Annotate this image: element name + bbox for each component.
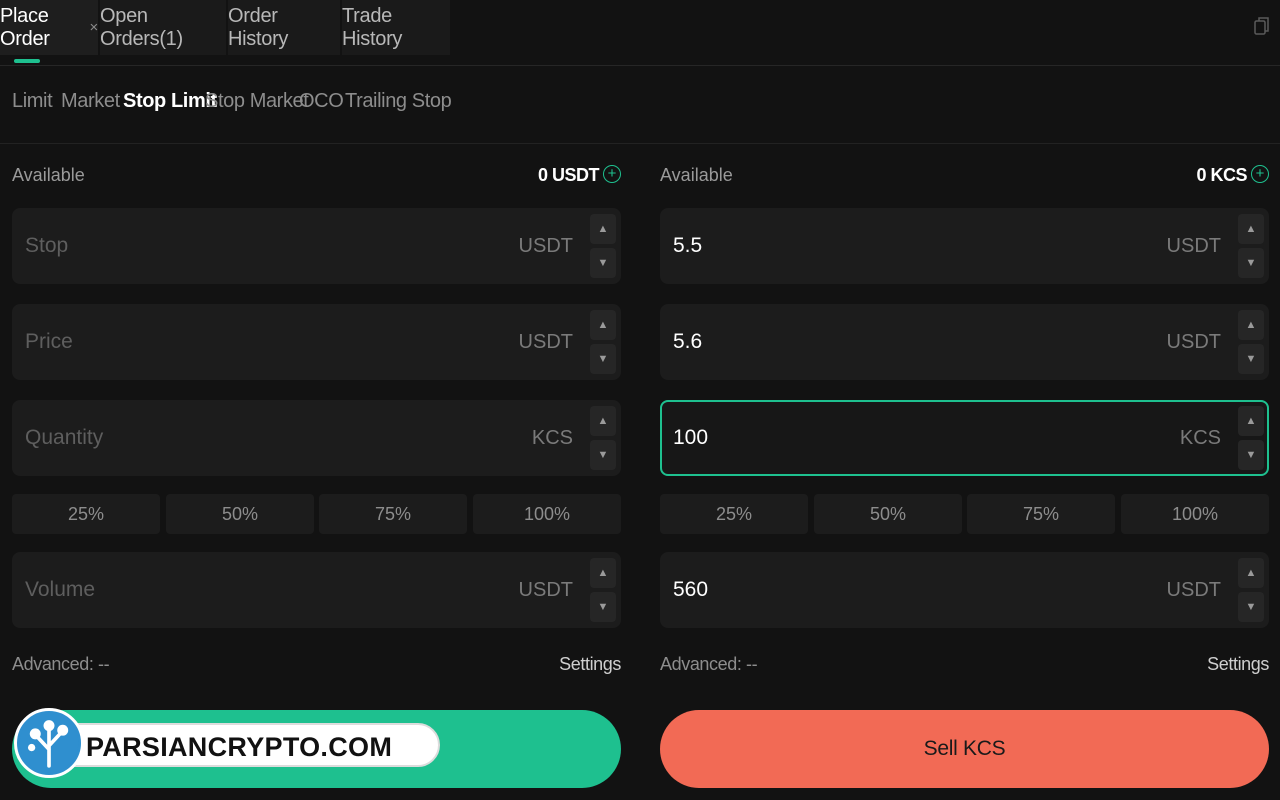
stepper: ▲ ▼: [590, 310, 616, 374]
order-type-oco[interactable]: OCO: [299, 90, 344, 113]
advanced-label[interactable]: Advanced: --: [12, 654, 110, 675]
chevron-up-icon[interactable]: ▲: [590, 310, 616, 340]
chevron-down-icon[interactable]: ▼: [1238, 344, 1264, 374]
chevron-up-icon[interactable]: ▲: [1238, 558, 1264, 588]
unit-label: KCS: [531, 427, 573, 449]
stepper: ▲ ▼: [1238, 310, 1264, 374]
buy-price-input[interactable]: [25, 306, 465, 378]
settings-link[interactable]: Settings: [1207, 654, 1269, 675]
tab-order-history[interactable]: Order History: [228, 0, 340, 55]
sell-volume-input[interactable]: [673, 554, 1113, 626]
chevron-up-icon[interactable]: ▲: [590, 406, 616, 436]
sell-advanced-row: Advanced: -- Settings: [660, 652, 1269, 678]
sell-quantity-input[interactable]: [673, 402, 1113, 474]
buy-price-field: USDT ▲ ▼: [12, 304, 621, 380]
chevron-down-icon[interactable]: ▼: [590, 344, 616, 374]
stepper: ▲ ▼: [590, 406, 616, 470]
stepper: ▲ ▼: [590, 214, 616, 278]
stepper: ▲ ▼: [1238, 406, 1264, 470]
order-type-stop-limit[interactable]: Stop Limit: [123, 90, 217, 113]
sell-price-input[interactable]: [673, 306, 1113, 378]
buy-volume-input[interactable]: [25, 554, 465, 626]
order-type-market[interactable]: Market: [61, 90, 120, 113]
buy-panel: Available 0 USDT + USDT ▲ ▼ USDT ▲ ▼ KCS…: [12, 145, 621, 800]
order-type-trailing-stop[interactable]: Trailing Stop: [345, 90, 452, 113]
buy-stop-field: USDT ▲ ▼: [12, 208, 621, 284]
tab-label: Place Order: [0, 4, 50, 50]
order-type-limit[interactable]: Limit: [12, 90, 53, 113]
unit-label: USDT: [518, 331, 573, 353]
close-icon[interactable]: ×: [90, 19, 99, 36]
tree-logo-icon: [14, 708, 84, 778]
chevron-up-icon[interactable]: ▲: [1238, 406, 1264, 436]
order-type-tabs: Limit Market Stop Limit Stop Market OCO …: [0, 78, 1280, 144]
buy-stop-input[interactable]: [25, 210, 465, 282]
chevron-down-icon[interactable]: ▼: [1238, 440, 1264, 470]
chevron-up-icon[interactable]: ▲: [590, 214, 616, 244]
sell-button[interactable]: Sell KCS: [660, 710, 1269, 788]
sell-percentage-row: 25% 50% 75% 100%: [660, 494, 1269, 534]
chevron-down-icon[interactable]: ▼: [590, 440, 616, 470]
chevron-up-icon[interactable]: ▲: [1238, 310, 1264, 340]
order-type-stop-market[interactable]: Stop Market: [205, 90, 309, 113]
active-tab-indicator: [14, 59, 40, 63]
tab-place-order[interactable]: Place Order ×: [0, 0, 98, 55]
unit-label: USDT: [518, 235, 573, 257]
top-tab-bar: Place Order × Open Orders(1) Order Histo…: [0, 0, 1280, 66]
unit-label: USDT: [1166, 235, 1221, 257]
percent-50-button[interactable]: 50%: [814, 494, 962, 534]
watermark: PARSIANCRYPTO.COM: [14, 708, 440, 778]
percent-25-button[interactable]: 25%: [660, 494, 808, 534]
sell-panel: Available 0 KCS + USDT ▲ ▼ USDT ▲ ▼ KCS …: [660, 145, 1269, 800]
buy-percentage-row: 25% 50% 75% 100%: [12, 494, 621, 534]
chevron-up-icon[interactable]: ▲: [590, 558, 616, 588]
tab-label: Order History: [228, 4, 289, 50]
sell-available-row: Available 0 KCS +: [660, 163, 1269, 189]
chevron-down-icon[interactable]: ▼: [1238, 592, 1264, 622]
buy-quantity-field: KCS ▲ ▼: [12, 400, 621, 476]
available-label: Available: [660, 165, 733, 185]
unit-label: USDT: [1166, 331, 1221, 353]
stepper: ▲ ▼: [1238, 214, 1264, 278]
percent-100-button[interactable]: 100%: [473, 494, 621, 534]
plus-circle-icon[interactable]: +: [603, 165, 621, 183]
sell-price-field: USDT ▲ ▼: [660, 304, 1269, 380]
chevron-down-icon[interactable]: ▼: [1238, 248, 1264, 278]
buy-available-row: Available 0 USDT +: [12, 163, 621, 189]
percent-75-button[interactable]: 75%: [967, 494, 1115, 534]
percent-100-button[interactable]: 100%: [1121, 494, 1269, 534]
chevron-down-icon[interactable]: ▼: [590, 248, 616, 278]
stepper: ▲ ▼: [590, 558, 616, 622]
tab-label: Trade History: [342, 4, 403, 50]
buy-volume-field: USDT ▲ ▼: [12, 552, 621, 628]
available-balance: 0 USDT: [537, 165, 600, 185]
sell-volume-field: USDT ▲ ▼: [660, 552, 1269, 628]
chevron-up-icon[interactable]: ▲: [1238, 214, 1264, 244]
stepper: ▲ ▼: [1238, 558, 1264, 622]
sell-stop-input[interactable]: [673, 210, 1113, 282]
percent-50-button[interactable]: 50%: [166, 494, 314, 534]
sell-quantity-field: KCS ▲ ▼: [660, 400, 1269, 476]
unit-label: USDT: [1166, 579, 1221, 601]
percent-25-button[interactable]: 25%: [12, 494, 160, 534]
buy-quantity-input[interactable]: [25, 402, 465, 474]
chevron-down-icon[interactable]: ▼: [590, 592, 616, 622]
percent-75-button[interactable]: 75%: [319, 494, 467, 534]
tab-trade-history[interactable]: Trade History: [342, 0, 450, 55]
tab-label: Open Orders(1): [100, 4, 183, 50]
plus-circle-icon[interactable]: +: [1251, 165, 1269, 183]
unit-label: USDT: [518, 579, 573, 601]
available-balance: 0 KCS: [1196, 165, 1247, 185]
advanced-label[interactable]: Advanced: --: [660, 654, 758, 675]
settings-link[interactable]: Settings: [559, 654, 621, 675]
unit-label: KCS: [1179, 427, 1221, 449]
available-label: Available: [12, 165, 85, 185]
copy-icon[interactable]: [1254, 16, 1270, 36]
buy-advanced-row: Advanced: -- Settings: [12, 652, 621, 678]
tab-open-orders[interactable]: Open Orders(1): [100, 0, 226, 55]
sell-stop-field: USDT ▲ ▼: [660, 208, 1269, 284]
watermark-text: PARSIANCRYPTO.COM: [86, 732, 393, 762]
